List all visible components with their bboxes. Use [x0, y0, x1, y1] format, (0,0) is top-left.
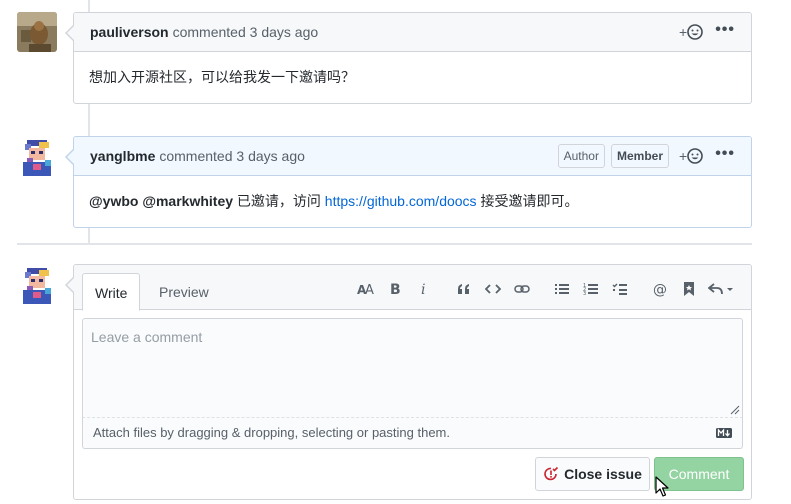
comment-textarea[interactable]: Leave a comment: [82, 318, 743, 418]
member-badge: Member: [610, 144, 669, 168]
mention-icon[interactable]: @: [649, 278, 671, 300]
tab-preview[interactable]: Preview: [147, 273, 221, 311]
svg-text:A: A: [365, 283, 374, 296]
current-user-avatar[interactable]: [17, 264, 57, 304]
ordered-list-icon[interactable]: 123: [580, 278, 602, 300]
add-reaction-button[interactable]: +: [679, 24, 703, 40]
comment-author-link[interactable]: yanglbme: [90, 148, 155, 164]
close-issue-label: Close issue: [564, 466, 642, 482]
link-icon[interactable]: [511, 278, 533, 300]
text-size-icon[interactable]: AA: [355, 278, 377, 300]
quote-icon[interactable]: [453, 278, 475, 300]
reference-icon[interactable]: [678, 278, 700, 300]
smiley-icon: [687, 148, 703, 164]
reply-icon[interactable]: [707, 278, 737, 300]
org-link[interactable]: https://github.com/doocs: [325, 193, 477, 209]
italic-icon[interactable]: i: [413, 278, 435, 300]
comment-body: @ywbo @markwhitey 已邀请，访问 https://github.…: [74, 176, 751, 226]
markdown-toolbar: AA B i 123 @: [348, 277, 737, 301]
task-list-icon[interactable]: [609, 278, 631, 300]
attach-text: Attach files by dragging & dropping, sel…: [93, 425, 450, 440]
add-reaction-plus: +: [679, 148, 688, 164]
close-issue-button[interactable]: Close issue: [535, 457, 650, 491]
timeline-line: [88, 0, 90, 12]
markdown-icon[interactable]: [716, 428, 732, 438]
comment-body: 想加入开源社区，可以给我发一下邀请吗？: [89, 69, 355, 85]
comment-action: commented: [172, 24, 246, 40]
add-reaction-button[interactable]: +: [679, 148, 703, 164]
comment-menu-button[interactable]: •••: [715, 21, 735, 37]
author-badge: Author: [557, 144, 605, 168]
mouse-cursor-icon: [655, 476, 669, 497]
svg-text:B: B: [390, 282, 401, 296]
comment-header: yanglbme commented 3 days ago Author Mem…: [74, 137, 751, 176]
user-mention[interactable]: @markwhitey: [142, 193, 233, 209]
comment-header: pauliverson commented 3 days ago + •••: [74, 13, 751, 52]
comment-timestamp[interactable]: 3 days ago: [250, 24, 319, 40]
comment-text: 接受邀请即可。: [476, 193, 579, 209]
timeline-line: [88, 103, 90, 136]
comment: pauliverson commented 3 days ago + ••• 想…: [65, 12, 752, 104]
issue-closed-icon: [544, 466, 559, 481]
avatar[interactable]: [17, 136, 57, 176]
timeline-divider: [17, 243, 752, 245]
svg-text:i: i: [421, 282, 425, 296]
comment-caret: [67, 150, 74, 164]
unordered-list-icon[interactable]: [551, 278, 573, 300]
smiley-icon: [687, 24, 703, 40]
new-comment-form: Write Preview AA B i 123 @ Leave a comme…: [65, 264, 752, 500]
timeline-line: [88, 227, 90, 243]
resize-handle-icon[interactable]: [730, 405, 740, 415]
file-attach-area[interactable]: Attach files by dragging & dropping, sel…: [82, 418, 743, 449]
code-icon[interactable]: [482, 278, 504, 300]
editor-tabbar: Write Preview AA B i 123 @: [74, 265, 751, 311]
comment-text: 已邀请，访问: [233, 193, 325, 209]
comment: yanglbme commented 3 days ago Author Mem…: [65, 136, 752, 228]
add-reaction-plus: +: [679, 24, 688, 40]
bold-icon[interactable]: B: [384, 278, 406, 300]
tab-write[interactable]: Write: [82, 273, 141, 311]
comment-placeholder: Leave a comment: [91, 329, 203, 345]
comment-action: commented: [159, 148, 233, 164]
svg-text:@: @: [653, 282, 667, 297]
comment-menu-button[interactable]: •••: [715, 145, 735, 161]
user-mention[interactable]: @ywbo: [89, 193, 138, 209]
svg-text:3: 3: [583, 291, 586, 296]
comment-caret: [67, 278, 74, 292]
comment-author-link[interactable]: pauliverson: [90, 24, 169, 40]
avatar[interactable]: [17, 12, 57, 52]
comment-timestamp[interactable]: 3 days ago: [236, 148, 305, 164]
comment-caret: [67, 26, 74, 40]
